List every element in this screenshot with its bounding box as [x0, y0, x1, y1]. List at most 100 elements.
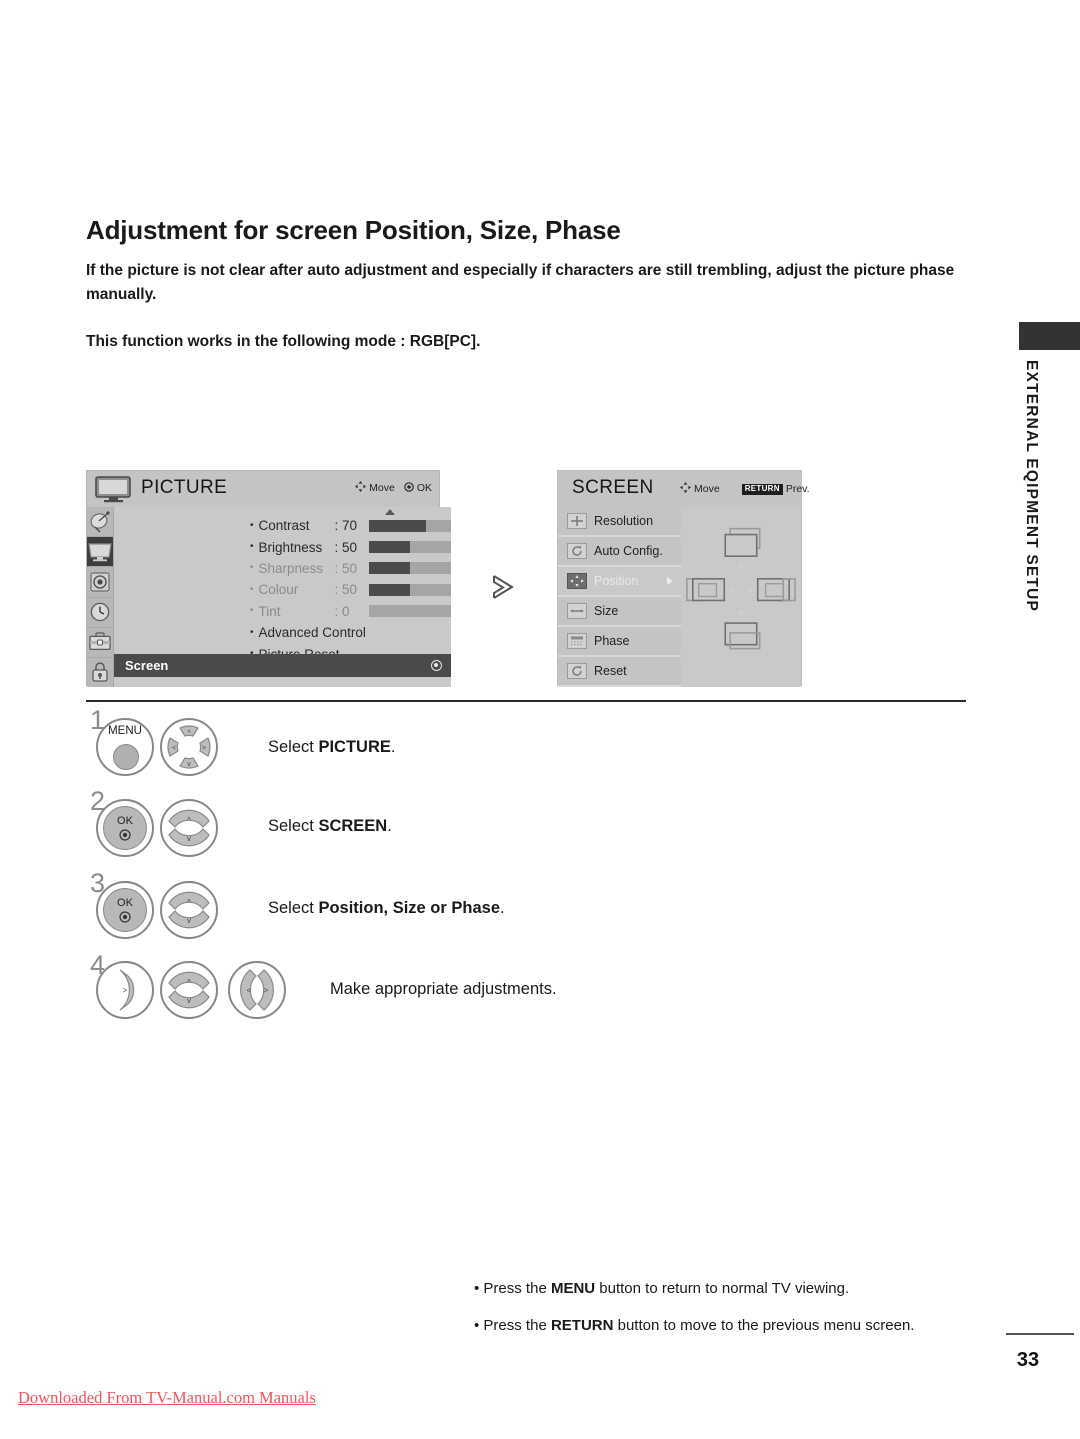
menu-item-label: Resolution	[594, 514, 654, 528]
menu-button-dot	[113, 744, 139, 770]
menu-button-label: MENU	[108, 725, 142, 737]
item-value: : 50	[334, 582, 358, 598]
note-post: button to move to the previous menu scre…	[613, 1317, 915, 1334]
item-slider[interactable]	[368, 583, 451, 596]
leftright-button[interactable]: < >	[228, 961, 286, 1019]
list-item[interactable]: • Sharpness : 50	[114, 558, 451, 579]
step-number: 2	[90, 786, 106, 816]
position-diagram	[686, 527, 796, 650]
return-hint-label: Prev.	[785, 483, 810, 495]
auto-config-icon	[567, 543, 587, 559]
svg-text:v: v	[187, 761, 191, 768]
svg-text:>: >	[123, 986, 128, 995]
lock-icon	[92, 662, 108, 683]
list-item[interactable]: • Tint : 0	[114, 601, 451, 622]
bullet-icon: •	[250, 541, 254, 553]
sidebar-item-time[interactable]	[87, 598, 113, 628]
step-text-prefix: Select	[268, 817, 319, 835]
menu-item-screen[interactable]: Screen	[114, 654, 451, 677]
mode-line: This function works in the following mod…	[86, 333, 481, 350]
menu-item-resolution[interactable]: Resolution	[558, 507, 681, 537]
download-note: Downloaded From TV-Manual.com Manuals	[18, 1388, 316, 1407]
right-arrow-icon: >	[119, 969, 135, 1011]
list-item[interactable]: • Brightness : 50	[114, 536, 451, 557]
step-instruction: Select PICTURE.	[268, 738, 395, 757]
ok-button-label: OK	[117, 815, 133, 827]
svg-text:>: >	[202, 745, 206, 752]
intro-paragraph: If the picture is not clear after auto a…	[86, 262, 955, 303]
step-instruction: Select Position, Size or Phase.	[268, 899, 505, 918]
sidebar-item-audio[interactable]	[87, 567, 113, 598]
updown-button[interactable]: ^ v	[160, 961, 218, 1019]
note-line: • Press the MENU button to return to nor…	[474, 1270, 914, 1307]
ok-dot-icon	[404, 481, 414, 495]
updown-button[interactable]: ^ v	[160, 799, 218, 857]
picture-icon	[88, 543, 112, 561]
step-text-bold: SCREEN	[318, 817, 388, 835]
list-item[interactable]: • Advanced Control	[114, 622, 451, 643]
return-badge: RETURN	[741, 483, 783, 495]
scroll-up-caret-icon	[385, 509, 395, 515]
sidebar-item-setup[interactable]	[87, 507, 113, 538]
up-down-icon: ^ v	[168, 971, 210, 1009]
ok-dot-icon	[430, 660, 442, 671]
item-value: : 50	[334, 560, 358, 576]
svg-text:^: ^	[187, 978, 191, 987]
menu-item-reset[interactable]: Reset	[558, 657, 681, 687]
picture-osd-list: • Contrast : 70 • Brightness : 50 • Shar…	[114, 507, 451, 687]
item-slider[interactable]	[368, 562, 451, 575]
ok-dot-icon	[119, 829, 131, 841]
step-number: 1	[90, 705, 106, 735]
bullet-icon: •	[250, 519, 254, 531]
ok-hint-label: OK	[416, 482, 432, 494]
item-label: Contrast	[258, 518, 310, 534]
menu-item-label: Position	[594, 574, 639, 588]
svg-text:<: <	[172, 745, 176, 752]
step-text-suffix: .	[500, 899, 505, 917]
svg-text:<: <	[247, 986, 252, 995]
step-text-bold: PICTURE	[318, 738, 391, 756]
item-slider[interactable]	[368, 605, 451, 618]
list-item[interactable]: • Contrast : 70	[114, 515, 451, 536]
flow-arrow-icon	[486, 570, 520, 604]
item-label: Brightness	[258, 539, 323, 555]
sidebar-item-lock[interactable]	[87, 658, 113, 687]
menu-item-position[interactable]: Position	[558, 567, 681, 597]
menu-item-auto-config[interactable]: Auto Config.	[558, 537, 681, 567]
screen-osd-body: Resolution Auto Config. Position Size Ph…	[558, 507, 801, 687]
slider-fill	[368, 583, 410, 596]
sidebar-item-picture[interactable]	[87, 537, 113, 568]
dpad-button[interactable]: ^ v < >	[160, 718, 218, 776]
size-icon	[567, 603, 587, 619]
note-line: • Press the RETURN button to move to the…	[474, 1307, 914, 1344]
updown-button[interactable]: ^ v	[160, 881, 218, 939]
sidebar-item-option[interactable]	[87, 628, 113, 658]
item-label: Sharpness	[258, 560, 324, 576]
svg-text:>: >	[264, 986, 269, 995]
item-slider[interactable]	[368, 519, 451, 532]
menu-item-screen-label: Screen	[125, 658, 169, 673]
svg-text:v: v	[187, 916, 191, 925]
move-icon	[355, 481, 367, 495]
position-icon	[567, 573, 587, 589]
svg-text:v: v	[187, 834, 191, 843]
resolution-icon	[567, 513, 587, 529]
menu-item-phase[interactable]: Phase	[558, 627, 681, 657]
menu-item-label: Phase	[594, 634, 630, 648]
note-bold: RETURN	[550, 1317, 614, 1334]
move-hint-label: Move	[369, 482, 395, 494]
up-down-icon: ^ v	[168, 891, 210, 929]
item-label: Advanced Control	[258, 625, 366, 641]
note-pre: • Press the	[474, 1317, 551, 1334]
page-number: 33	[1016, 1349, 1040, 1371]
item-slider[interactable]	[368, 541, 451, 554]
return-hint: RETURN Prev.	[741, 483, 810, 495]
bullet-icon: •	[250, 626, 254, 638]
picture-osd-body: • Contrast : 70 • Brightness : 50 • Shar…	[87, 507, 451, 687]
list-item[interactable]: • Colour : 50	[114, 579, 451, 600]
step-text-prefix: Make appropriate adjustments.	[330, 980, 557, 998]
picture-osd-hints: Move OK	[355, 481, 432, 495]
setup-icon	[90, 510, 110, 533]
menu-item-label: Size	[594, 604, 619, 618]
menu-item-size[interactable]: Size	[558, 597, 681, 627]
